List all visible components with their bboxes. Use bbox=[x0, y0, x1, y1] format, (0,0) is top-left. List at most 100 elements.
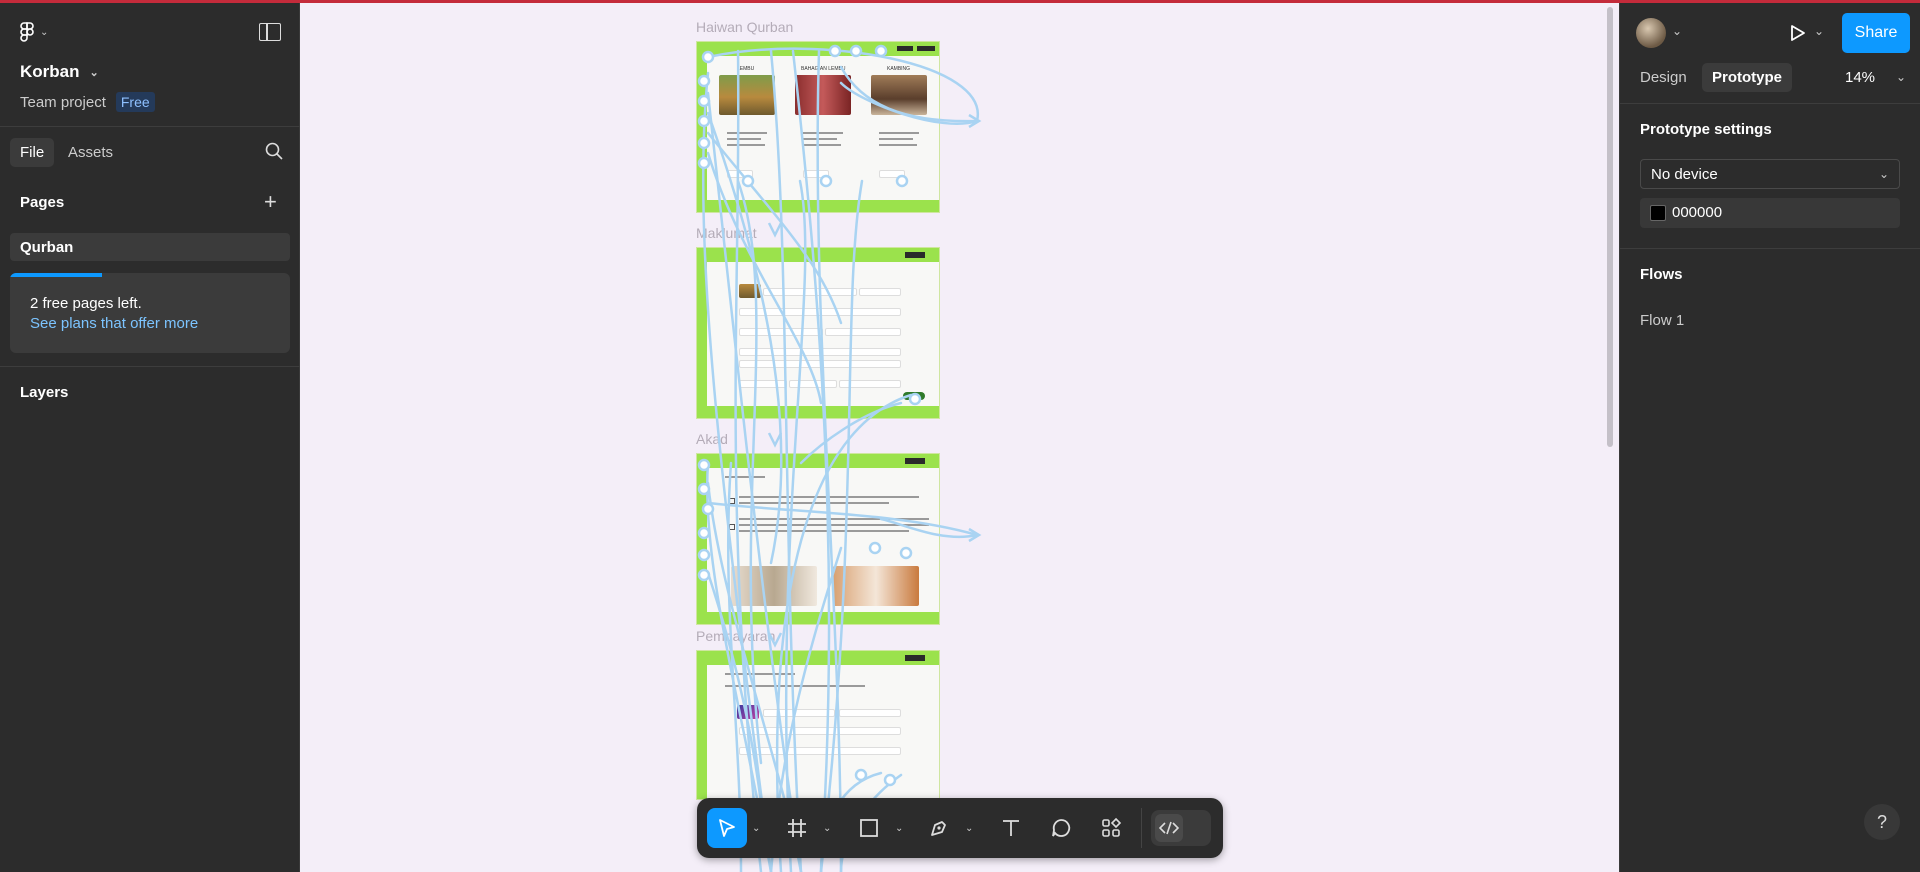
tab-file[interactable]: File bbox=[10, 138, 55, 167]
pen-icon bbox=[931, 821, 946, 836]
tab-design[interactable]: Design bbox=[1640, 69, 1687, 86]
help-button[interactable]: ? bbox=[1864, 804, 1900, 840]
dev-mode-toggle[interactable] bbox=[1151, 810, 1211, 846]
card-text bbox=[879, 144, 917, 146]
submit-button bbox=[903, 392, 925, 400]
color-swatch[interactable] bbox=[1650, 205, 1666, 221]
divider bbox=[0, 366, 300, 367]
main-menu[interactable]: ⌄ bbox=[20, 22, 48, 42]
goat-image bbox=[871, 75, 927, 115]
right-sidebar: ⌄ ⌄ Share Design Prototype 14% ⌄ Prototy… bbox=[1619, 0, 1920, 872]
canvas[interactable]: Haiwan Qurban LEMBU BAHAGIAN LEMBU KAMBI… bbox=[301, 3, 1619, 872]
color-hex-value[interactable]: 000000 bbox=[1672, 204, 1722, 221]
pages-heading: Pages bbox=[20, 194, 65, 211]
chevron-down-icon[interactable]: ⌄ bbox=[1814, 24, 1824, 38]
chevron-down-icon[interactable]: ⌄ bbox=[1672, 24, 1682, 38]
cart-badge bbox=[905, 655, 925, 661]
form-field bbox=[839, 380, 901, 388]
device-select[interactable]: No device ⌄ bbox=[1640, 159, 1900, 189]
chevron-down-icon[interactable]: ⌄ bbox=[965, 823, 973, 834]
card-text bbox=[879, 132, 919, 134]
zoom-level[interactable]: 14% bbox=[1845, 69, 1875, 86]
form-field bbox=[763, 288, 857, 296]
free-pages-notice: 2 free pages left. See plans that offer … bbox=[10, 273, 290, 353]
card-title: BAHAGIAN LEMBU bbox=[801, 66, 846, 72]
chevron-down-icon[interactable]: ⌄ bbox=[895, 823, 903, 834]
comment-tool[interactable] bbox=[1041, 808, 1081, 848]
chevron-down-icon[interactable]: ⌄ bbox=[1896, 70, 1906, 84]
frame-header bbox=[697, 651, 939, 665]
top-accent-line bbox=[0, 0, 1920, 3]
frame-sidebar bbox=[697, 454, 707, 624]
form-field bbox=[859, 288, 901, 296]
checkbox bbox=[729, 498, 735, 504]
search-icon[interactable] bbox=[265, 142, 283, 160]
project-name[interactable]: Korban ⌄ bbox=[20, 62, 99, 82]
frame-maklumat[interactable] bbox=[696, 247, 940, 419]
frame-pembayaran[interactable] bbox=[696, 650, 940, 800]
card-text bbox=[727, 144, 765, 146]
cursor-icon bbox=[719, 819, 735, 837]
form-field bbox=[739, 348, 901, 356]
avatar[interactable] bbox=[1636, 18, 1666, 48]
akad-text bbox=[739, 530, 909, 532]
frame-sidebar bbox=[697, 42, 707, 212]
add-page-icon[interactable]: + bbox=[264, 191, 277, 213]
device-value: No device bbox=[1651, 166, 1718, 183]
move-tool[interactable] bbox=[707, 808, 747, 848]
text-tool[interactable] bbox=[991, 808, 1031, 848]
actions-tool[interactable] bbox=[1091, 808, 1131, 848]
prototype-connections bbox=[697, 44, 982, 872]
background-color-field[interactable]: 000000 bbox=[1640, 198, 1900, 228]
rectangle-icon bbox=[860, 819, 878, 837]
frame-sidebar bbox=[697, 248, 707, 418]
see-plans-link[interactable]: See plans that offer more bbox=[30, 315, 198, 332]
toggle-sidebar-icon[interactable] bbox=[259, 23, 281, 41]
akad-text bbox=[739, 502, 889, 504]
tab-prototype[interactable]: Prototype bbox=[1702, 63, 1793, 92]
card-text bbox=[803, 138, 837, 140]
card-button bbox=[727, 170, 753, 178]
frame-akad[interactable] bbox=[696, 453, 940, 625]
frame-label-akad[interactable]: Akad bbox=[696, 431, 728, 447]
text-icon bbox=[1003, 820, 1019, 836]
page-item-qurban[interactable]: Qurban bbox=[10, 233, 290, 261]
cow-image bbox=[719, 75, 775, 115]
divider bbox=[0, 126, 300, 127]
step-indicator bbox=[725, 476, 765, 478]
plan-badge[interactable]: Free bbox=[115, 92, 155, 112]
akad-text bbox=[739, 518, 929, 520]
flow-item[interactable]: Flow 1 bbox=[1640, 312, 1684, 329]
frame-label-pembayaran[interactable]: Pembayaran bbox=[696, 628, 775, 644]
play-icon[interactable] bbox=[1788, 24, 1806, 42]
prototype-settings-heading: Prototype settings bbox=[1640, 121, 1772, 138]
header-button bbox=[897, 46, 913, 51]
frame-icon bbox=[788, 819, 806, 837]
tab-assets[interactable]: Assets bbox=[68, 144, 113, 161]
form-field bbox=[739, 328, 823, 336]
form-field bbox=[739, 747, 901, 755]
form-field bbox=[763, 709, 835, 717]
team-info: Team project Free bbox=[20, 92, 155, 112]
frame-label-maklumat[interactable]: Maklumat bbox=[696, 225, 757, 241]
frame-label-haiwan-qurban[interactable]: Haiwan Qurban bbox=[696, 19, 793, 35]
handshake-image bbox=[833, 566, 919, 606]
vertical-scrollbar[interactable] bbox=[1607, 7, 1613, 447]
form-field bbox=[739, 380, 787, 388]
payment-text bbox=[725, 685, 865, 687]
figma-logo-icon bbox=[20, 22, 34, 42]
rectangle-tool[interactable] bbox=[849, 808, 889, 848]
frame-haiwan-qurban[interactable]: LEMBU BAHAGIAN LEMBU KAMBING bbox=[696, 41, 940, 213]
form-field bbox=[739, 308, 901, 316]
pen-tool[interactable] bbox=[919, 808, 959, 848]
akad-text bbox=[739, 524, 929, 526]
chevron-down-icon[interactable]: ⌄ bbox=[823, 823, 831, 834]
chevron-down-icon: ⌄ bbox=[1878, 167, 1889, 181]
step-indicator bbox=[725, 673, 795, 675]
form-field bbox=[739, 360, 901, 368]
left-sidebar: ⌄ Korban ⌄ Team project Free File Assets… bbox=[0, 0, 300, 872]
frame-tool[interactable] bbox=[777, 808, 817, 848]
chevron-down-icon[interactable]: ⌄ bbox=[752, 823, 760, 834]
share-button[interactable]: Share bbox=[1842, 13, 1910, 53]
form-field bbox=[839, 709, 901, 717]
